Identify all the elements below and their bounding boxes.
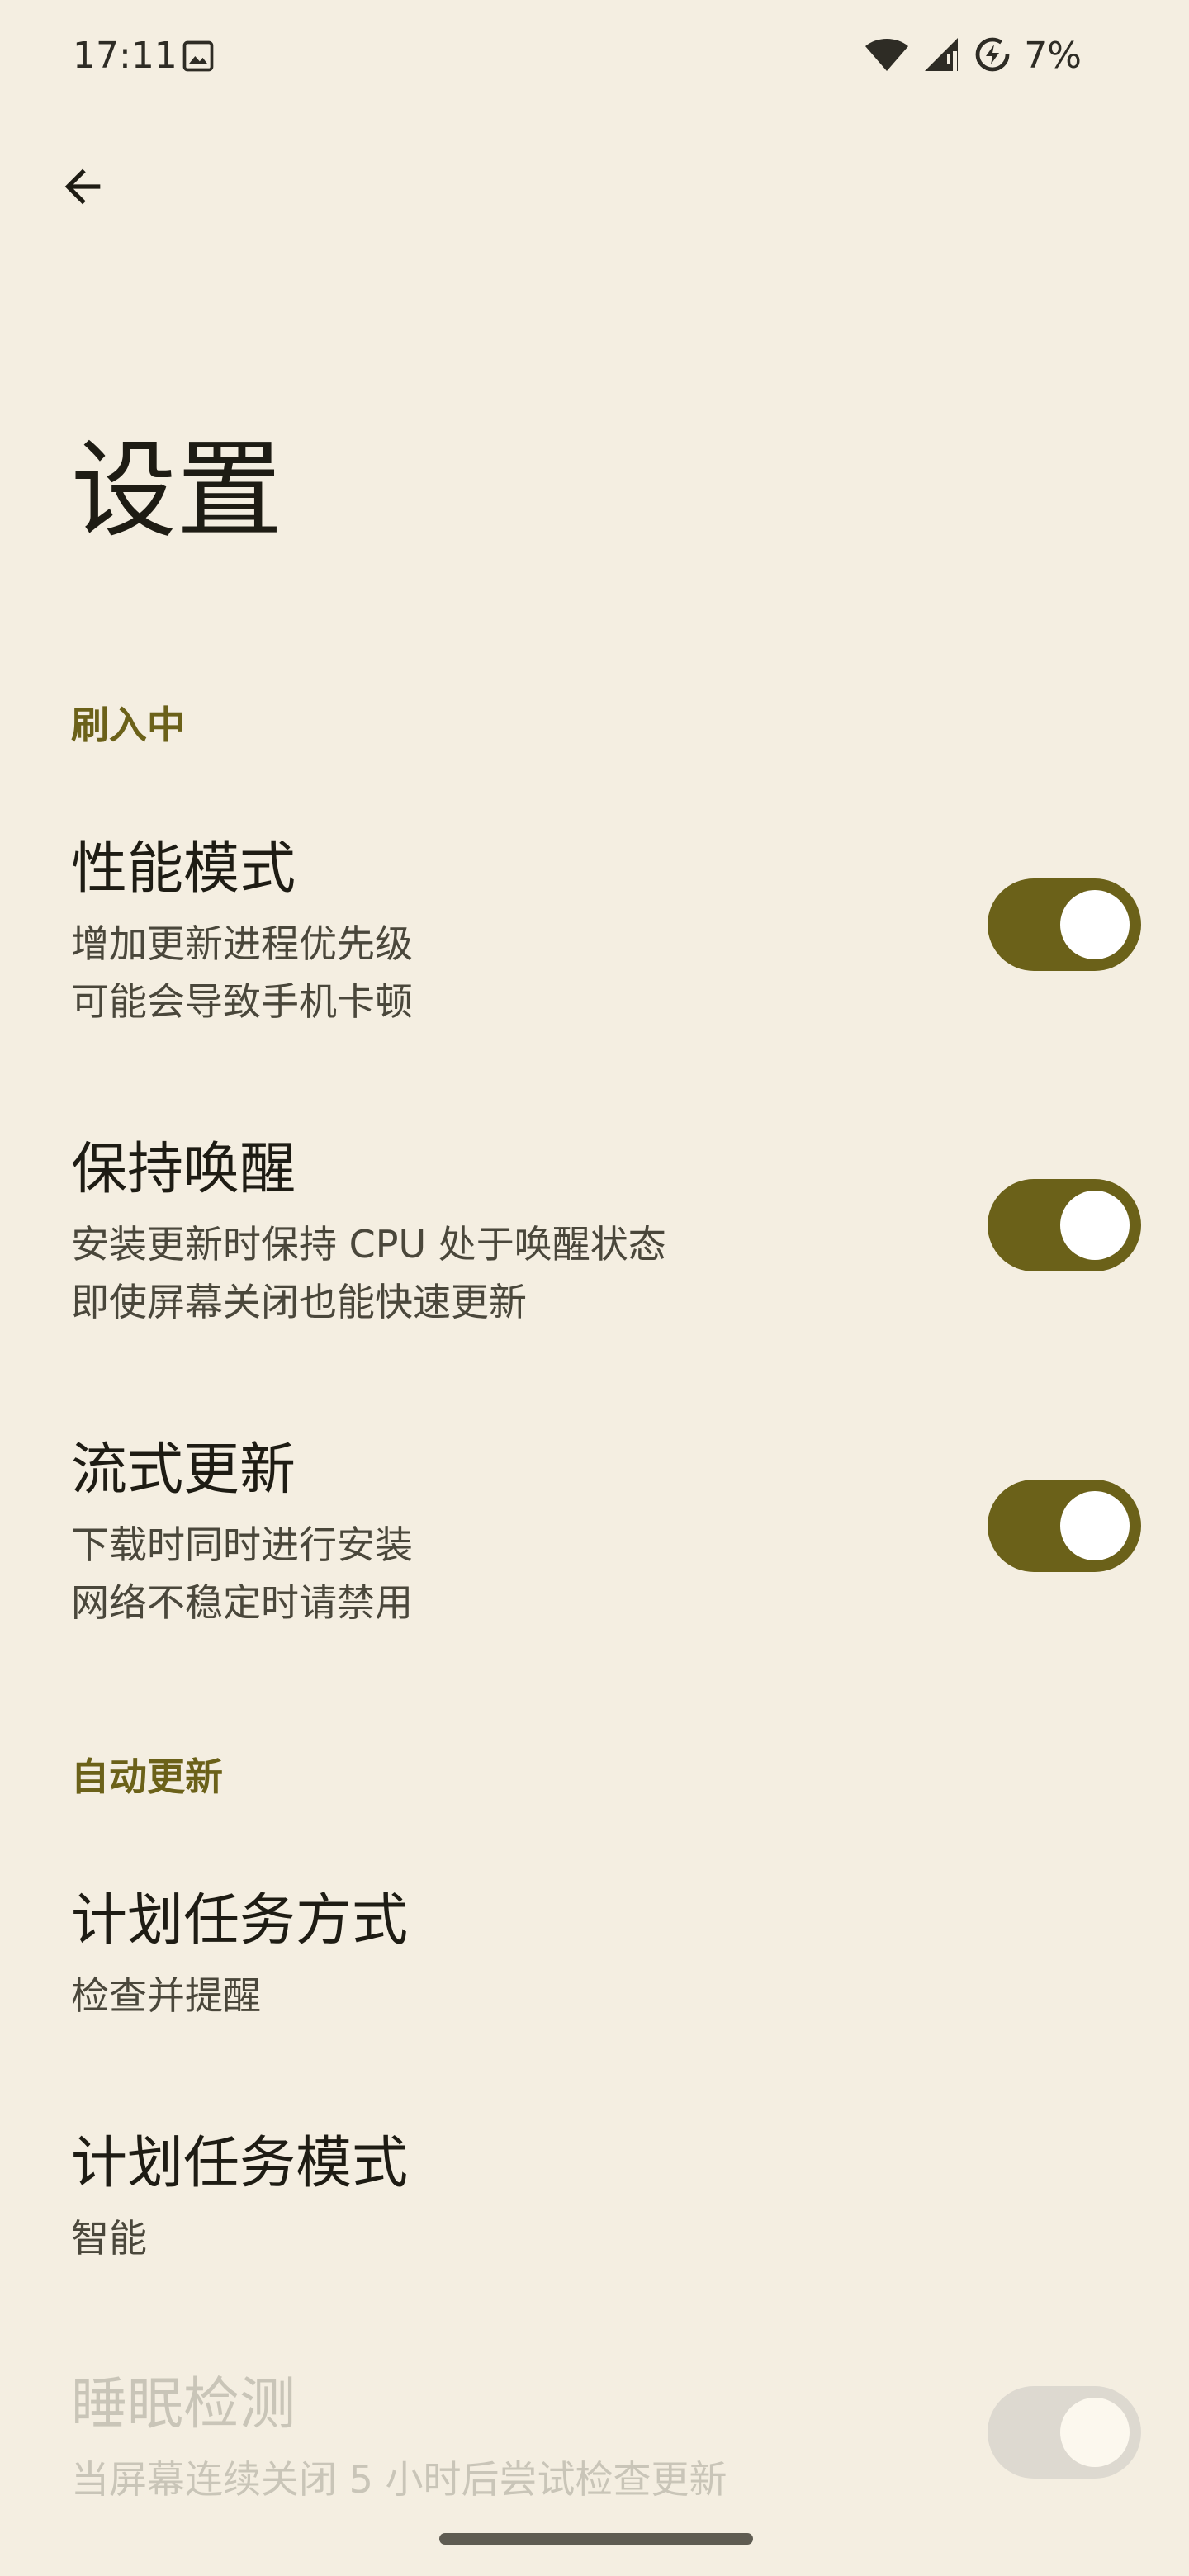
- performance-mode-switch[interactable]: [988, 878, 1141, 971]
- arrow-back-icon: [56, 160, 109, 216]
- pref-summary-line2: 可能会导致手机卡顿: [71, 979, 413, 1024]
- pref-performance-mode[interactable]: 性能模式 增加更新进程优先级 可能会导致手机卡顿: [0, 809, 1189, 1082]
- signal-icon: [921, 35, 961, 78]
- back-button[interactable]: [43, 149, 122, 228]
- pref-summary-line1: 安装更新时保持 CPU 处于唤醒状态: [71, 1222, 666, 1267]
- pref-summary-line1: 增加更新进程优先级: [71, 921, 413, 966]
- pref-title: 流式更新: [71, 1437, 296, 1503]
- switch-thumb: [1060, 1191, 1130, 1260]
- pref-title: 性能模式: [71, 836, 296, 902]
- battery-saver-icon: [973, 35, 1012, 78]
- sleep-detection-switch: [988, 2386, 1141, 2479]
- image-icon: [180, 38, 216, 74]
- pref-title: 计划任务模式: [71, 2131, 409, 2196]
- pref-schedule-mode[interactable]: 计划任务模式 智能: [0, 2104, 1189, 2310]
- pref-title: 睡眠检测: [71, 2372, 296, 2437]
- status-time: 17:11: [73, 35, 178, 77]
- section-header-flashing: 刷入中: [71, 703, 185, 747]
- pref-summary-line1: 下载时同时进行安装: [71, 1522, 413, 1567]
- page-title: 设置: [71, 429, 283, 552]
- status-bar: 17:11 7%: [0, 0, 1189, 116]
- switch-thumb: [1060, 1491, 1130, 1560]
- status-icons: 7%: [864, 31, 1082, 81]
- switch-thumb: [1060, 2398, 1130, 2467]
- pref-schedule-method[interactable]: 计划任务方式 检查并提醒: [0, 1861, 1189, 2067]
- gesture-nav-handle[interactable]: [439, 2533, 753, 2545]
- pref-summary: 智能: [71, 2216, 147, 2261]
- pref-sleep-detection: 睡眠检测 当屏幕连续关闭 5 小时后尝试检查更新: [0, 2345, 1189, 2543]
- pref-summary-line2: 网络不稳定时请禁用: [71, 1580, 413, 1625]
- section-header-auto-update: 自动更新: [71, 1754, 223, 1799]
- pref-title: 保持唤醒: [71, 1137, 296, 1202]
- switch-thumb: [1060, 890, 1130, 959]
- streaming-update-switch[interactable]: [988, 1480, 1141, 1572]
- pref-summary: 检查并提醒: [71, 1973, 261, 2018]
- wifi-icon: [864, 35, 910, 78]
- pref-summary-line2: 即使屏幕关闭也能快速更新: [71, 1280, 527, 1324]
- pref-summary: 当屏幕连续关闭 5 小时后尝试检查更新: [71, 2457, 727, 2502]
- battery-percent: 7%: [1024, 35, 1082, 77]
- pref-keep-awake[interactable]: 保持唤醒 安装更新时保持 CPU 处于唤醒状态 即使屏幕关闭也能快速更新: [0, 1110, 1189, 1382]
- keep-awake-switch[interactable]: [988, 1179, 1141, 1271]
- pref-title: 计划任务方式: [71, 1888, 409, 1953]
- pref-streaming-update[interactable]: 流式更新 下载时同时进行安装 网络不稳定时请禁用: [0, 1410, 1189, 1683]
